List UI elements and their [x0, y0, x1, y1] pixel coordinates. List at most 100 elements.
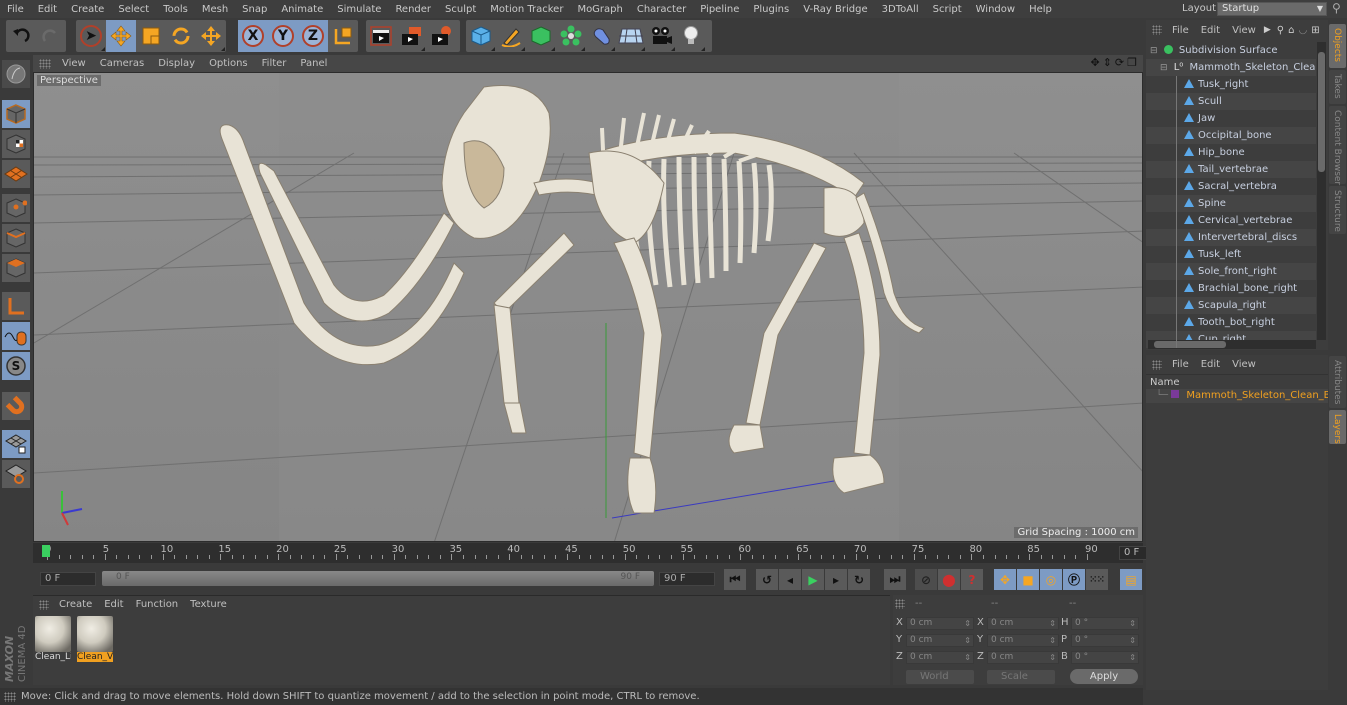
- coordinate-system-button[interactable]: [328, 20, 358, 52]
- workplane-mode-button[interactable]: [2, 160, 30, 188]
- menu-character[interactable]: Character: [630, 4, 693, 15]
- edges-mode-button[interactable]: [2, 224, 30, 252]
- size-z-field[interactable]: 0 cm ⇕: [987, 651, 1059, 664]
- pan-view-icon[interactable]: ✥: [1090, 56, 1099, 69]
- render-settings-button[interactable]: [426, 20, 456, 52]
- tab-attributes[interactable]: Attributes: [1329, 356, 1346, 408]
- search-icon[interactable]: ⚲: [1277, 25, 1284, 36]
- pen-spline-button[interactable]: [496, 20, 526, 52]
- cloner-button[interactable]: [556, 20, 586, 52]
- viewport-menu-panel[interactable]: Panel: [293, 58, 334, 69]
- playhead-marker[interactable]: [42, 545, 50, 557]
- object-row-sacral-vertebra[interactable]: Sacral_vertebra: [1146, 178, 1316, 195]
- go-to-end-button[interactable]: ⏭: [884, 569, 906, 590]
- object-menu-edit[interactable]: Edit: [1195, 25, 1226, 36]
- more-arrow-icon[interactable]: ▶: [1264, 25, 1271, 35]
- workplane-align-button[interactable]: [2, 460, 30, 488]
- axis-mode-button[interactable]: [2, 292, 30, 320]
- new-window-icon[interactable]: ⊞: [1311, 25, 1319, 36]
- menu-tools[interactable]: Tools: [156, 4, 195, 15]
- menu-motion-tracker[interactable]: Motion Tracker: [483, 4, 570, 15]
- menu-snap[interactable]: Snap: [235, 4, 274, 15]
- menu-v-ray-bridge[interactable]: V-Ray Bridge: [796, 4, 874, 15]
- object-row-occipital-bone[interactable]: Occipital_bone: [1146, 127, 1316, 144]
- position-z-field[interactable]: 0 cm ⇕: [906, 651, 974, 664]
- scale-tool-button[interactable]: [136, 20, 166, 52]
- layer-menu-file[interactable]: File: [1166, 359, 1195, 370]
- live-selection-button[interactable]: ➤: [76, 20, 106, 52]
- model-mode-button[interactable]: [2, 100, 30, 128]
- autokeying-button[interactable]: ⬤: [938, 569, 960, 590]
- undo-button[interactable]: [6, 20, 36, 52]
- collapse-icon[interactable]: ⊟: [1160, 63, 1168, 73]
- dolly-view-icon[interactable]: ⇕: [1103, 56, 1112, 69]
- viewport-menu-filter[interactable]: Filter: [255, 58, 294, 69]
- rotate-tool-button[interactable]: [166, 20, 196, 52]
- texture-mode-button[interactable]: [2, 130, 30, 158]
- snapping-button[interactable]: S: [2, 352, 30, 380]
- polygons-mode-button[interactable]: [2, 254, 30, 282]
- move-tool-button[interactable]: [106, 20, 136, 52]
- tab-content-browser[interactable]: Content Browser: [1329, 106, 1346, 185]
- panel-grip-icon[interactable]: [39, 58, 51, 69]
- menu-sculpt[interactable]: Sculpt: [438, 4, 483, 15]
- points-mode-button[interactable]: [2, 194, 30, 222]
- object-list-hscrollbar[interactable]: [1148, 340, 1316, 349]
- object-menu-view[interactable]: View: [1226, 25, 1262, 36]
- object-row-cervical-vertebrae[interactable]: Cervical_vertebrae: [1146, 212, 1316, 229]
- object-row-tail-vertebrae[interactable]: Tail_vertebrae: [1146, 161, 1316, 178]
- panel-grip-icon[interactable]: [1152, 359, 1162, 370]
- keyframe-selection-button[interactable]: ?: [961, 569, 983, 590]
- menu-3dtoall[interactable]: 3DToAll: [875, 4, 926, 15]
- viewport-menu-cameras[interactable]: Cameras: [93, 58, 151, 69]
- tab-structure[interactable]: Structure: [1329, 186, 1346, 234]
- orbit-view-icon[interactable]: ⟳: [1115, 56, 1124, 69]
- transform-tool-button[interactable]: [196, 20, 226, 52]
- object-row-brachial-bone-right[interactable]: Brachial_bone_right: [1146, 280, 1316, 297]
- object-row-tusk-left[interactable]: Tusk_left: [1146, 246, 1316, 263]
- size-x-field[interactable]: 0 cm ⇕: [987, 617, 1059, 630]
- size-mode-select[interactable]: Scale: [987, 670, 1055, 684]
- previous-frame-button[interactable]: ◂: [779, 569, 801, 590]
- key-rotation-button[interactable]: ◎: [1040, 569, 1062, 590]
- record-active-objects-button[interactable]: ⊘: [915, 569, 937, 590]
- menu-animate[interactable]: Animate: [274, 4, 330, 15]
- next-key-button[interactable]: ↻: [848, 569, 870, 590]
- menu-help[interactable]: Help: [1022, 4, 1059, 15]
- object-row-sole-front-right[interactable]: Sole_front_right: [1146, 263, 1316, 280]
- material-clean-li[interactable]: Clean_Li: [35, 616, 71, 664]
- light-button[interactable]: [676, 20, 706, 52]
- coordinate-mode-select[interactable]: World: [906, 670, 974, 684]
- layer-menu-view[interactable]: View: [1226, 359, 1262, 370]
- camera-button[interactable]: [646, 20, 676, 52]
- workplane-lock-button[interactable]: [2, 430, 30, 458]
- object-list-scrollbar[interactable]: [1317, 42, 1326, 340]
- cube-object-button[interactable]: [466, 20, 496, 52]
- start-frame-field[interactable]: 0 F: [40, 572, 96, 586]
- tab-takes[interactable]: Takes: [1329, 70, 1346, 104]
- key-scale-button[interactable]: ■: [1017, 569, 1039, 590]
- viewport-menu-display[interactable]: Display: [151, 58, 202, 69]
- render-picture-viewer-button[interactable]: [396, 20, 426, 52]
- object-row-tusk-right[interactable]: Tusk_right: [1146, 76, 1316, 93]
- object-row-mammoth-group[interactable]: ⊟ L⁰ Mammoth_Skeleton_Clean_Bo: [1146, 59, 1316, 76]
- object-row-tooth-bot-right[interactable]: Tooth_bot_right: [1146, 314, 1316, 331]
- deformer-button[interactable]: [586, 20, 616, 52]
- object-row-scull[interactable]: Scull: [1146, 93, 1316, 110]
- object-row-scapula-right[interactable]: Scapula_right: [1146, 297, 1316, 314]
- y-axis-lock-button[interactable]: Y: [268, 20, 298, 52]
- layer-row[interactable]: └─ Mammoth_Skeleton_Clean_Bones: [1146, 389, 1328, 403]
- object-row-hip-bone[interactable]: Hip_bone: [1146, 144, 1316, 161]
- timeline-button[interactable]: ▤: [1120, 569, 1142, 590]
- apply-button[interactable]: Apply: [1070, 669, 1138, 684]
- home-icon[interactable]: ⌂: [1288, 25, 1294, 36]
- rotation-h-field[interactable]: 0 ° ⇕: [1071, 617, 1139, 630]
- viewport-menu-view[interactable]: View: [55, 58, 93, 69]
- go-to-start-button[interactable]: ⏮: [724, 569, 746, 590]
- frame-range-slider[interactable]: 0 F 90 F: [102, 571, 654, 586]
- play-button[interactable]: ▶: [802, 569, 824, 590]
- panel-grip-icon[interactable]: [1152, 25, 1162, 35]
- magnet-button[interactable]: [2, 392, 30, 420]
- tab-objects[interactable]: Objects: [1329, 24, 1346, 68]
- key-position-button[interactable]: ✥: [994, 569, 1016, 590]
